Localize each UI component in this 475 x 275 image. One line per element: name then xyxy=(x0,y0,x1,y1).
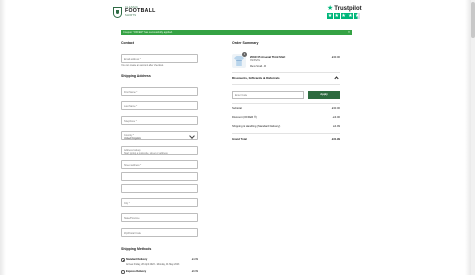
rating-star-icon: ★ xyxy=(354,13,361,19)
grand-total-label: Grand Total xyxy=(232,138,247,141)
shipping-option-price: £9.99 xyxy=(191,270,198,273)
shipping-methods-title: Shipping Methods xyxy=(121,247,152,251)
quantity-badge: 1 xyxy=(242,52,247,57)
field-label: First Name * xyxy=(124,90,138,94)
last-name-field[interactable]: Last Name * xyxy=(121,101,198,110)
shipping-option-desc: Arrives Friday, 28 April 2023 - Monday, … xyxy=(126,264,180,266)
scrollbar[interactable] xyxy=(471,0,475,275)
shipping-option-label: Standard Delivery xyxy=(126,258,148,261)
address-lookup-placeholder: Start typing a postcode, street or addre… xyxy=(124,152,168,155)
discount-row: Discount (OFFER ®) -£3.00 xyxy=(232,116,340,119)
contact-title: Contact xyxy=(121,41,135,45)
chevron-down-icon xyxy=(189,133,195,139)
email-field-label: Email address * xyxy=(124,57,141,61)
country-select[interactable]: Country * United Kingdom xyxy=(121,131,198,140)
site-logo[interactable]: CLASSIC FOOTBALL SHIRTS xyxy=(113,6,156,18)
scrollbar-thumb[interactable] xyxy=(471,2,475,38)
street-address-line-2[interactable] xyxy=(121,172,198,181)
field-label: State/Province xyxy=(124,216,140,220)
shipping-option-standard[interactable]: Standard Delivery £4.99 xyxy=(121,257,198,263)
city-field[interactable]: City * xyxy=(121,198,198,207)
account-hint: You can create an account after checkout… xyxy=(121,65,164,67)
product-price: £30.00 xyxy=(331,56,340,59)
chevron-up-icon[interactable] xyxy=(334,76,339,81)
shipping-value: £4.99 xyxy=(333,125,340,128)
close-icon[interactable]: × xyxy=(348,30,350,35)
radio-selected-icon[interactable] xyxy=(121,258,125,262)
shipping-label: Shipping & Handling (Standard Delivery) xyxy=(232,125,281,128)
subtotal-value: £30.00 xyxy=(331,107,340,110)
rating-star-icon: ★ xyxy=(347,13,354,19)
divider xyxy=(232,72,340,73)
trustpilot-label: Trustpilot xyxy=(334,5,362,12)
telephone-field[interactable]: Telephone * xyxy=(121,116,198,125)
country-value: United Kingdom xyxy=(124,137,142,140)
trustpilot-badge[interactable]: ★ Trustpilot ★ ★ ★ ★ ★ xyxy=(327,5,362,19)
divider xyxy=(232,103,340,104)
discount-code-input[interactable]: Enter Code xyxy=(232,91,304,99)
field-label: Street address * xyxy=(124,163,142,167)
subtotal-row: Subtotal £30.00 xyxy=(232,107,340,110)
field-label: City * xyxy=(124,201,130,205)
field-label: Last Name * xyxy=(124,104,138,108)
radio-unselected-icon[interactable] xyxy=(121,270,125,274)
shipping-option-express[interactable]: Express Delivery £9.99 xyxy=(121,269,198,275)
subtotal-label: Subtotal xyxy=(232,107,242,110)
grand-total-value: £31.99 xyxy=(331,138,340,141)
coupon-success-banner: Coupon "OFFER" has successfully applied.… xyxy=(121,30,352,35)
rating-star-icon: ★ xyxy=(340,13,347,19)
product-size: Mens Small - M xyxy=(250,66,266,68)
discounts-toggle[interactable]: Discounts, Giftcards & Referrals xyxy=(232,76,280,80)
trustpilot-star-icon: ★ xyxy=(327,5,334,12)
page-shadow-left xyxy=(0,0,6,275)
shipping-address-title: Shipping Address xyxy=(121,74,151,78)
shipping-option-label: Express Delivery xyxy=(126,270,147,273)
street-address-field[interactable]: Street address * xyxy=(121,160,198,169)
discount-value: -£3.00 xyxy=(332,116,340,119)
discount-code-placeholder: Enter Code xyxy=(235,94,248,97)
order-summary-title: Order Summary xyxy=(232,41,259,45)
divider xyxy=(232,84,340,85)
shirt-icon xyxy=(234,56,244,66)
shield-icon xyxy=(113,6,122,18)
product-name: 2004/ 05 Arsenal Third Shirt xyxy=(250,56,286,59)
apply-code-button[interactable]: Apply xyxy=(308,91,340,99)
grand-total-row: Grand Total £31.99 xyxy=(232,138,340,141)
first-name-field[interactable]: First Name * xyxy=(121,87,198,96)
postal-code-field[interactable]: Zip/Postal Code xyxy=(121,228,198,237)
banner-text: Coupon "OFFER" has successfully applied. xyxy=(123,31,173,34)
address-lookup-field[interactable]: Address lookup Start typing a postcode, … xyxy=(121,146,198,155)
shipping-row: Shipping & Handling (Standard Delivery) … xyxy=(232,125,340,128)
street-address-line-3[interactable] xyxy=(121,184,198,193)
state-province-field[interactable]: State/Province xyxy=(121,213,198,222)
shipping-option-price: £4.99 xyxy=(191,258,198,261)
rating-star-icon: ★ xyxy=(327,13,333,19)
product-variant: XS/XS/XL xyxy=(250,60,261,62)
rating-star-icon: ★ xyxy=(333,13,340,19)
trustpilot-rating: ★ ★ ★ ★ ★ xyxy=(327,13,361,19)
divider xyxy=(232,133,340,134)
field-label: Zip/Postal Code xyxy=(124,231,142,235)
email-field[interactable]: Email address * xyxy=(121,54,198,63)
field-label: Telephone * xyxy=(124,119,137,123)
logo-sub-text: SHIRTS xyxy=(125,13,137,17)
discount-label: Discount (OFFER ®) xyxy=(232,116,257,119)
